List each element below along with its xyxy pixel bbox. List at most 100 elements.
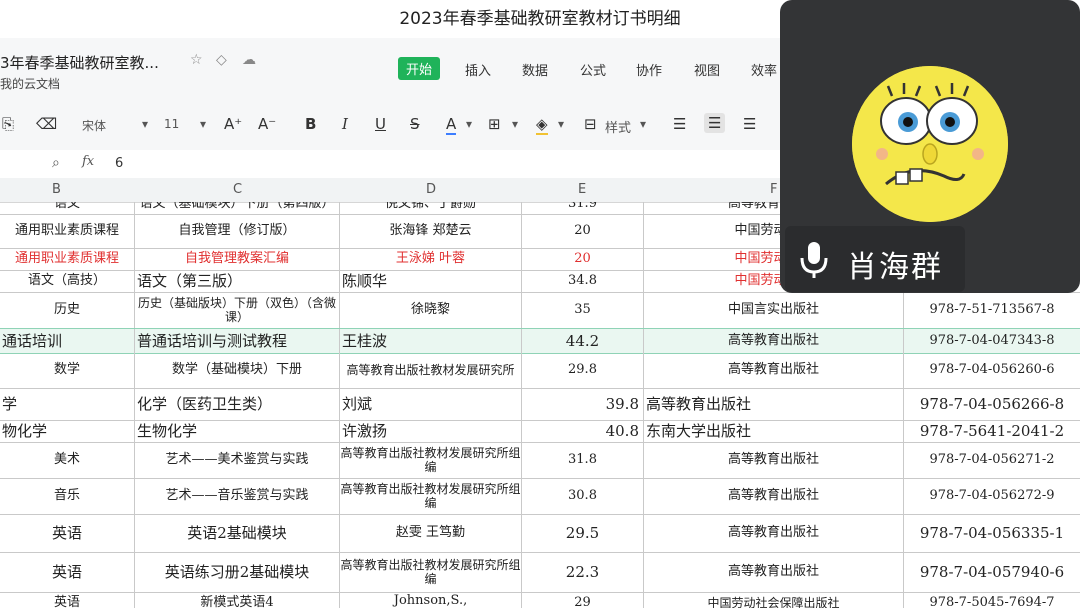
- cell[interactable]: 语文（高技）: [0, 270, 135, 292]
- cell[interactable]: 高等教育出版社教材发展研究所组编: [340, 552, 522, 592]
- cell[interactable]: 高等教育出版社教材发展研究所: [340, 352, 522, 388]
- cell[interactable]: 英语练习册2基础模块: [135, 552, 340, 592]
- document-location[interactable]: 我的云文档: [0, 75, 60, 92]
- cell[interactable]: 英语2基础模块: [135, 514, 340, 552]
- cell[interactable]: 中国劳动社会保障出版社: [644, 592, 904, 608]
- tab-formula[interactable]: 公式: [580, 60, 606, 79]
- column-header-d[interactable]: D: [426, 182, 436, 197]
- chevron-down-icon[interactable]: ▾: [558, 117, 564, 131]
- tab-start[interactable]: 开始: [398, 57, 441, 80]
- cell[interactable]: 许激扬: [340, 420, 522, 442]
- cell[interactable]: 数学: [0, 352, 135, 388]
- cell[interactable]: 通用职业素质课程: [0, 248, 135, 270]
- cell[interactable]: 语文（基础模块）下册（第四版）: [135, 202, 340, 214]
- cell[interactable]: 刘斌: [340, 388, 522, 420]
- cell[interactable]: 高等教育出版社教材发展研究所组编: [340, 478, 522, 514]
- cell[interactable]: 历史: [0, 292, 135, 328]
- cell[interactable]: 978-7-04-056266-8: [904, 388, 1080, 420]
- cell[interactable]: 978-7-51-713567-8: [904, 292, 1080, 328]
- decrease-font-icon[interactable]: A⁻: [258, 115, 276, 133]
- cell[interactable]: 30.8: [522, 478, 644, 514]
- cell[interactable]: 高等教育出版社: [644, 329, 904, 353]
- cell[interactable]: 英语: [0, 552, 135, 592]
- fill-color-icon[interactable]: ◈: [536, 115, 548, 135]
- cloud-icon[interactable]: ☁: [242, 52, 256, 68]
- cell[interactable]: 美术: [0, 442, 135, 478]
- column-header-c[interactable]: C: [233, 182, 242, 197]
- cell[interactable]: 35: [522, 292, 644, 328]
- cell[interactable]: 31.8: [522, 442, 644, 478]
- chevron-down-icon[interactable]: ▾: [200, 117, 206, 131]
- tab-insert[interactable]: 插入: [465, 60, 491, 79]
- cell[interactable]: 通话培训: [0, 329, 135, 353]
- cell[interactable]: 29.5: [522, 514, 644, 552]
- cell[interactable]: 东南大学出版社: [644, 420, 904, 442]
- chevron-down-icon[interactable]: ▾: [512, 117, 518, 131]
- cell[interactable]: 王桂波: [340, 329, 522, 353]
- cell[interactable]: 语文: [0, 202, 135, 214]
- align-right-icon[interactable]: ☰: [743, 115, 756, 133]
- cell[interactable]: 数学（基础模块）下册: [135, 352, 340, 388]
- cell[interactable]: 20: [522, 214, 644, 248]
- cell[interactable]: 39.8: [522, 388, 644, 420]
- cell[interactable]: 34.8: [522, 270, 644, 292]
- cell[interactable]: 物化学: [0, 420, 135, 442]
- cell[interactable]: 978-7-04-056260-6: [904, 352, 1080, 388]
- cell[interactable]: 化学（医药卫生类）: [135, 388, 340, 420]
- cell[interactable]: 978-7-04-056271-2: [904, 442, 1080, 478]
- cell[interactable]: 通用职业素质课程: [0, 214, 135, 248]
- format-painter-icon[interactable]: ⎘: [2, 115, 14, 133]
- cell[interactable]: 20: [522, 248, 644, 270]
- increase-font-icon[interactable]: A⁺: [224, 115, 242, 133]
- cell-style-icon[interactable]: ⊟: [584, 115, 597, 133]
- align-center-icon[interactable]: ☰: [704, 113, 726, 133]
- bold-icon[interactable]: B: [305, 115, 316, 133]
- cell[interactable]: 高等教育出版社: [644, 388, 904, 420]
- cell[interactable]: 中国言实出版社: [644, 292, 904, 328]
- search-icon[interactable]: ⌕: [52, 155, 60, 171]
- cell[interactable]: 44.2: [522, 329, 644, 353]
- cell[interactable]: 英语: [0, 514, 135, 552]
- cell[interactable]: 22.3: [522, 552, 644, 592]
- chevron-down-icon[interactable]: ▾: [466, 117, 472, 131]
- cell[interactable]: 自我管理（修订版）: [135, 214, 340, 248]
- cell[interactable]: 978-7-04-057940-6: [904, 552, 1080, 592]
- cell[interactable]: 40.8: [522, 420, 644, 442]
- cell[interactable]: 王泳娣 叶蓉: [340, 248, 522, 270]
- cell[interactable]: 978-7-04-056335-1: [904, 514, 1080, 552]
- eraser-icon[interactable]: ⌫: [36, 115, 57, 133]
- cell[interactable]: 自我管理教案汇编: [135, 248, 340, 270]
- align-left-icon[interactable]: ☰: [673, 115, 686, 133]
- cell[interactable]: 张海锋 郑楚云: [340, 214, 522, 248]
- cell[interactable]: Johnson,S.,: [340, 592, 522, 608]
- tab-view[interactable]: 视图: [694, 60, 720, 79]
- cell[interactable]: 高等教育出版社教材发展研究所组编: [340, 442, 522, 478]
- cell[interactable]: 高等教育出版社: [644, 352, 904, 388]
- document-name[interactable]: 3年春季基础教研室教...: [0, 52, 159, 73]
- cell[interactable]: 978-7-04-056272-9: [904, 478, 1080, 514]
- column-header-b[interactable]: B: [52, 182, 61, 197]
- font-size-select[interactable]: 11: [164, 117, 179, 131]
- cell[interactable]: 生物化学: [135, 420, 340, 442]
- cell[interactable]: 高等教育出版社: [644, 552, 904, 592]
- strikethrough-icon[interactable]: S: [410, 115, 420, 133]
- cell[interactable]: 倪文锦、丁爵勋: [340, 202, 522, 214]
- cell[interactable]: 29: [522, 592, 644, 608]
- cell[interactable]: 高等教育出版社: [644, 478, 904, 514]
- cell[interactable]: 普通话培训与测试教程: [135, 329, 340, 353]
- chevron-down-icon[interactable]: ▾: [640, 117, 646, 131]
- cell[interactable]: 学: [0, 388, 135, 420]
- cell[interactable]: 赵雯 王笃勤: [340, 514, 522, 552]
- cell[interactable]: 29.8: [522, 352, 644, 388]
- cell[interactable]: 艺术——美术鉴赏与实践: [135, 442, 340, 478]
- cell[interactable]: 新模式英语4: [135, 592, 340, 608]
- font-color-icon[interactable]: A: [446, 115, 457, 135]
- cell[interactable]: 陈顺华: [340, 270, 522, 292]
- cell[interactable]: 音乐: [0, 478, 135, 514]
- cell[interactable]: 31.9: [522, 202, 644, 214]
- cell[interactable]: 978-7-04-047343-8: [904, 329, 1080, 353]
- chevron-down-icon[interactable]: ▾: [142, 117, 148, 131]
- tag-icon[interactable]: ◇: [216, 52, 227, 68]
- font-family-select[interactable]: 宋体: [82, 117, 106, 134]
- function-icon[interactable]: fx: [82, 154, 94, 169]
